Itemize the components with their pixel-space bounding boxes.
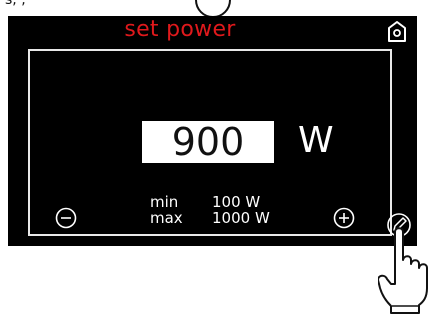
max-value: 1000 W xyxy=(212,209,270,227)
display-screen: set power 900 W min 100 W max 1000 W xyxy=(8,16,417,246)
screen-title: set power xyxy=(124,17,236,42)
home-icon[interactable] xyxy=(386,19,408,43)
top-cropped-text: s, , xyxy=(5,0,26,8)
min-value: 100 W xyxy=(212,193,261,211)
pointing-hand-icon xyxy=(378,227,428,314)
power-settings-frame: 900 W min 100 W max 1000 W xyxy=(28,49,392,236)
power-value-display[interactable]: 900 xyxy=(142,121,274,163)
power-unit: W xyxy=(298,120,334,161)
power-range: min 100 W max 1000 W xyxy=(150,194,270,226)
min-label: min xyxy=(150,193,179,211)
minus-circle-icon[interactable] xyxy=(55,207,77,229)
plus-circle-icon[interactable] xyxy=(333,207,355,229)
max-label: max xyxy=(150,209,183,227)
